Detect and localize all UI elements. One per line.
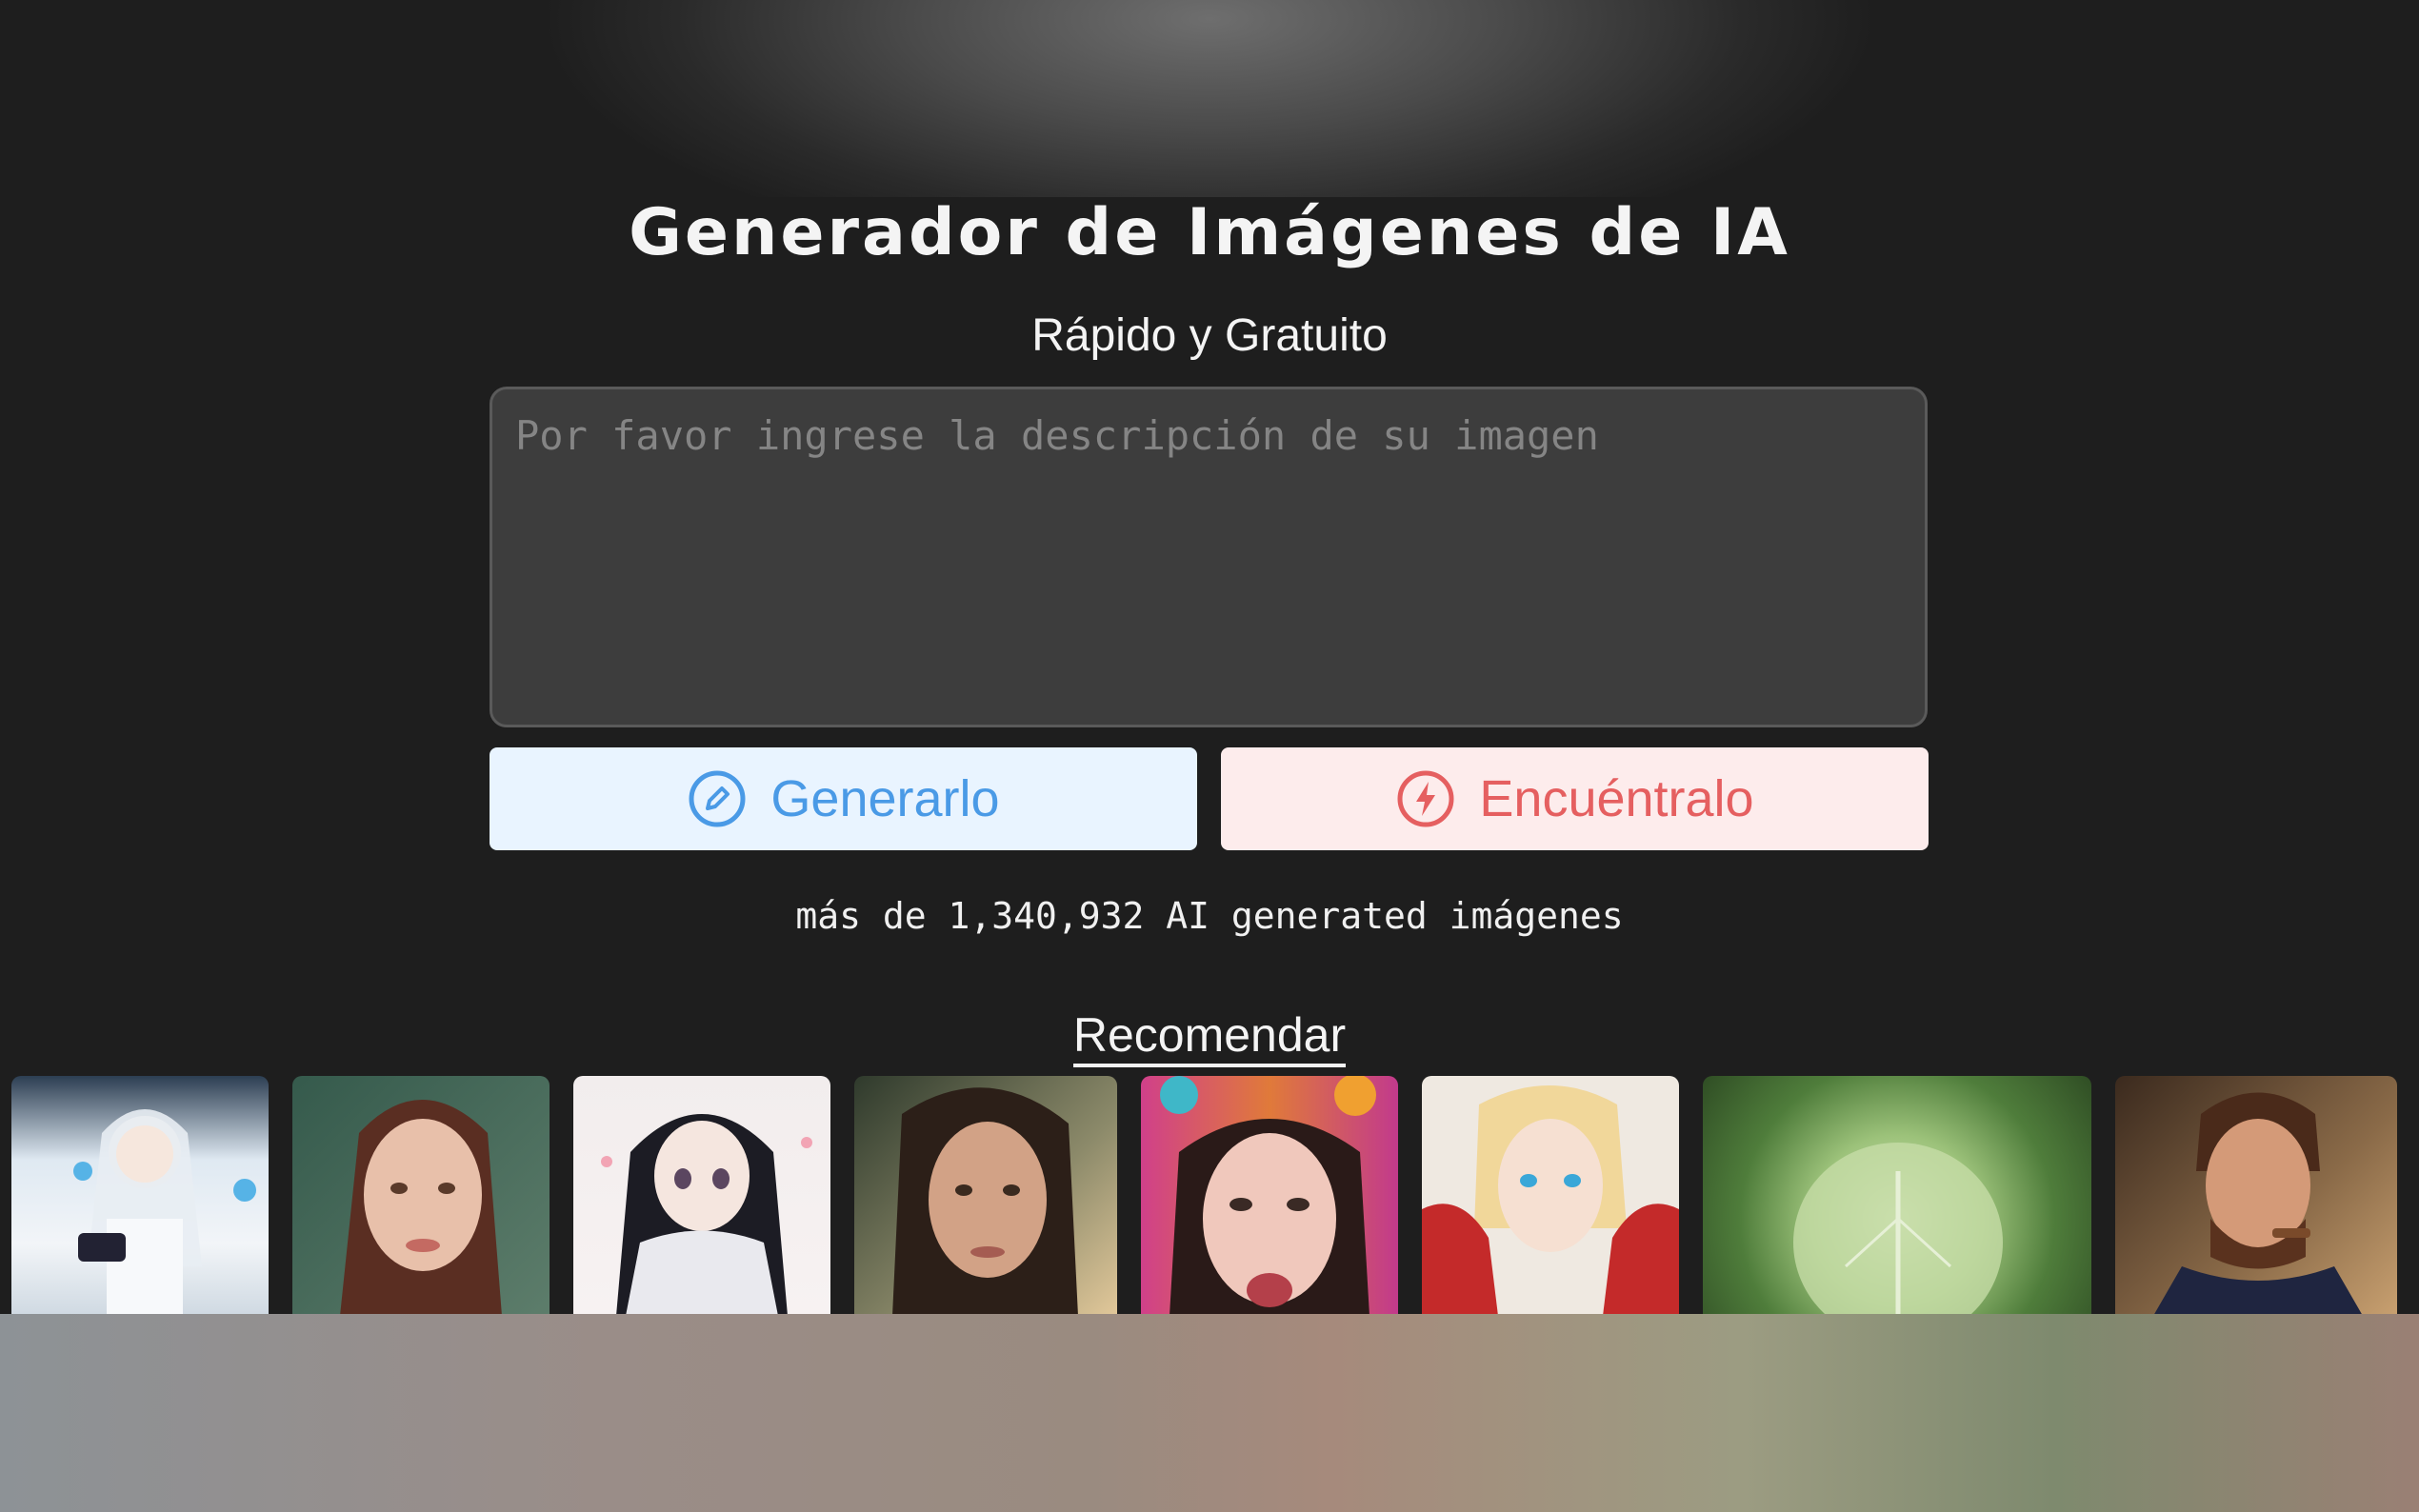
footer-backdrop [0, 1314, 2419, 1512]
portrait-woman-image [340, 1100, 502, 1316]
pencil-circle-icon [689, 770, 746, 827]
gallery-image[interactable] [11, 1076, 269, 1316]
man-cigar-image [2153, 1092, 2363, 1316]
gallery-image[interactable] [2115, 1076, 2397, 1316]
anime-girl-image [73, 1109, 256, 1316]
find-button[interactable]: Encuéntralo [1221, 747, 1929, 850]
cabbage-image [1793, 1143, 2003, 1316]
prompt-input[interactable] [490, 387, 1928, 727]
gallery-image[interactable] [1141, 1076, 1398, 1316]
generate-button-label: Generarlo [770, 770, 1000, 827]
gallery-image[interactable] [1703, 1076, 2091, 1316]
recommend-heading[interactable]: Recomendar [1072, 1008, 1347, 1067]
recommend-heading-wrap: Recomendar [0, 1007, 2419, 1067]
header-backdrop [0, 0, 2419, 197]
page-subtitle: Rápido y Gratuito [1031, 310, 1388, 361]
gallery-image[interactable] [1422, 1076, 1679, 1316]
generate-button[interactable]: Generarlo [490, 747, 1197, 850]
anime-hoodie-image [601, 1114, 812, 1316]
lightning-circle-icon [1397, 770, 1454, 827]
portrait-flowers-image [1160, 1076, 1376, 1316]
anime-man-image [1422, 1085, 1679, 1316]
portrait-woman-image [892, 1087, 1078, 1316]
recommend-gallery [0, 1076, 2419, 1316]
generated-count: más de 1,340,932 AI generated imágenes [795, 895, 1624, 937]
page-title: Generador de Imágenes de IA [629, 195, 1790, 270]
gallery-image[interactable] [573, 1076, 830, 1316]
gallery-image[interactable] [854, 1076, 1117, 1316]
find-button-label: Encuéntralo [1479, 770, 1754, 827]
gallery-image[interactable] [292, 1076, 550, 1316]
